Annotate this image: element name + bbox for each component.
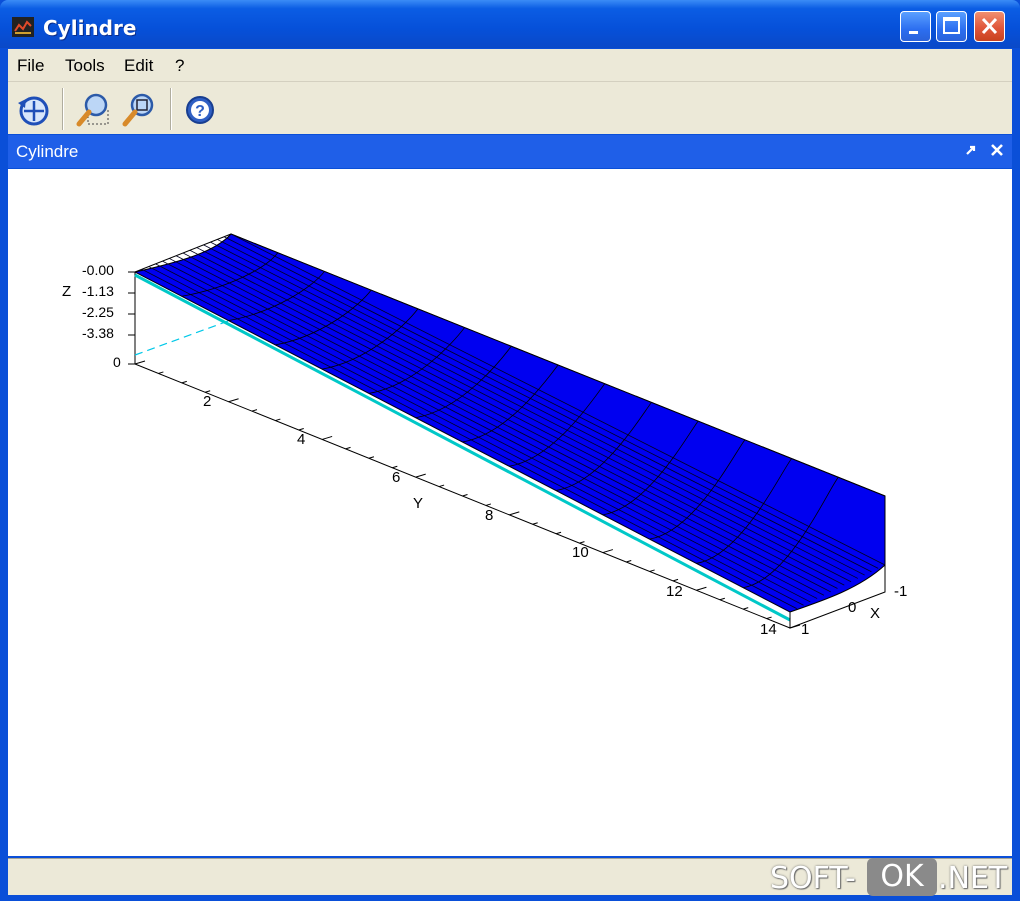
y-tick — [275, 418, 281, 422]
y-tick-label: 2 — [203, 393, 211, 410]
rotate-button[interactable] — [14, 90, 54, 130]
watermark-left: SOFT- — [770, 861, 856, 896]
y-tick — [368, 456, 375, 459]
y-tick — [649, 569, 655, 572]
y-tick — [158, 371, 164, 374]
mesh-line — [196, 247, 852, 583]
rotate-icon — [18, 96, 49, 126]
app-icon — [12, 17, 34, 37]
zoom-button[interactable] — [74, 90, 114, 130]
y-tick-label: 4 — [297, 431, 305, 448]
toolbar-separator — [62, 88, 64, 130]
mesh-line — [203, 244, 859, 579]
menu-tools[interactable]: Tools — [65, 56, 105, 76]
zoom-in-icon — [76, 93, 109, 127]
close-button[interactable] — [974, 11, 1005, 42]
svg-text:?: ? — [195, 103, 205, 120]
minimize-icon — [909, 31, 918, 34]
y-tick — [251, 409, 258, 412]
zoom-fit-icon — [122, 93, 154, 127]
z-tick-label: -0.00 — [82, 262, 114, 278]
y-tick — [485, 503, 492, 506]
y-tick — [509, 511, 520, 516]
mesh-line — [217, 239, 872, 573]
minimize-button[interactable] — [900, 11, 931, 42]
help-button[interactable]: ? — [180, 90, 220, 130]
zoom-fit-button[interactable] — [120, 90, 160, 130]
y-tick-label: 12 — [666, 583, 683, 600]
toolbar: ? — [8, 82, 1012, 134]
mesh-line — [210, 241, 865, 576]
menu-bar: File Tools Edit ? — [8, 49, 1012, 82]
plot-canvas[interactable]: -0.00 Z -1.13 -2.25 -3.38 0 2 4 6 Y 8 10… — [8, 169, 1012, 856]
y-tick — [672, 578, 679, 582]
y-tick — [579, 541, 585, 544]
z-axis-ticks — [128, 271, 135, 365]
y-tick-label: 10 — [572, 544, 589, 561]
floor-edge-hidden — [134, 319, 232, 356]
panel-close-icon[interactable] — [989, 142, 1005, 158]
y-tick — [789, 624, 801, 629]
y-tick — [298, 428, 304, 431]
z-tick-label: -3.38 — [82, 325, 114, 341]
help-icon: ? — [186, 96, 214, 124]
x-axis-label: X — [870, 605, 880, 622]
maximize-icon — [943, 17, 960, 34]
watermark-right: .NET — [938, 861, 1008, 896]
toolbar-separator — [170, 88, 172, 130]
y-tick — [438, 484, 445, 488]
menu-file[interactable]: File — [17, 56, 44, 76]
x-tick-label: -1 — [894, 583, 907, 600]
y-tick — [719, 597, 725, 601]
undock-icon[interactable] — [964, 143, 978, 157]
mesh-line — [223, 236, 879, 569]
y-tick — [626, 560, 632, 563]
surface-plot[interactable]: -0.00 Z -1.13 -2.25 -3.38 0 2 4 6 Y 8 10… — [8, 169, 1012, 856]
y-tick — [345, 446, 351, 450]
panel-title-bar: Cylindre — [8, 135, 1012, 168]
title-bar[interactable]: Cylindre — [0, 0, 1020, 48]
y-tick-label: 8 — [485, 507, 493, 524]
watermark-box: OK — [867, 858, 937, 896]
y-tick-label: 14 — [760, 621, 777, 638]
menu-edit[interactable]: Edit — [124, 56, 153, 76]
z-axis-label: Z — [62, 283, 71, 300]
y-tick — [743, 607, 749, 610]
application-window: Cylindre File Tools Edit ? ? Cylindre -0… — [0, 0, 1020, 901]
y-tick — [602, 549, 614, 554]
x-tick-label: 0 — [848, 599, 856, 616]
y-axis-label: Y — [413, 495, 423, 512]
y-tick — [392, 465, 398, 469]
y-tick — [696, 586, 707, 591]
panel-title: Cylindre — [16, 142, 79, 161]
y-tick-label: 6 — [392, 469, 400, 486]
maximize-button[interactable] — [936, 11, 967, 42]
x-tick-label: 1 — [801, 621, 809, 638]
status-bar — [8, 858, 1012, 895]
y-tick — [555, 531, 562, 535]
y-tick — [462, 494, 468, 497]
menu-help[interactable]: ? — [175, 56, 184, 76]
y-tick — [415, 473, 426, 478]
y-tick — [321, 435, 333, 440]
z-tick-label: -2.25 — [82, 304, 114, 320]
y-tick — [766, 616, 772, 620]
y-tick — [181, 380, 187, 384]
mesh-line — [230, 233, 886, 566]
mesh-line — [189, 249, 845, 586]
y-tick — [228, 398, 239, 403]
y-tick — [134, 360, 146, 365]
close-icon — [981, 17, 998, 35]
z-tick-label: -1.13 — [82, 283, 114, 299]
z-tick-label: 0 — [113, 354, 121, 370]
y-tick — [532, 522, 538, 525]
window-title: Cylindre — [43, 16, 137, 40]
